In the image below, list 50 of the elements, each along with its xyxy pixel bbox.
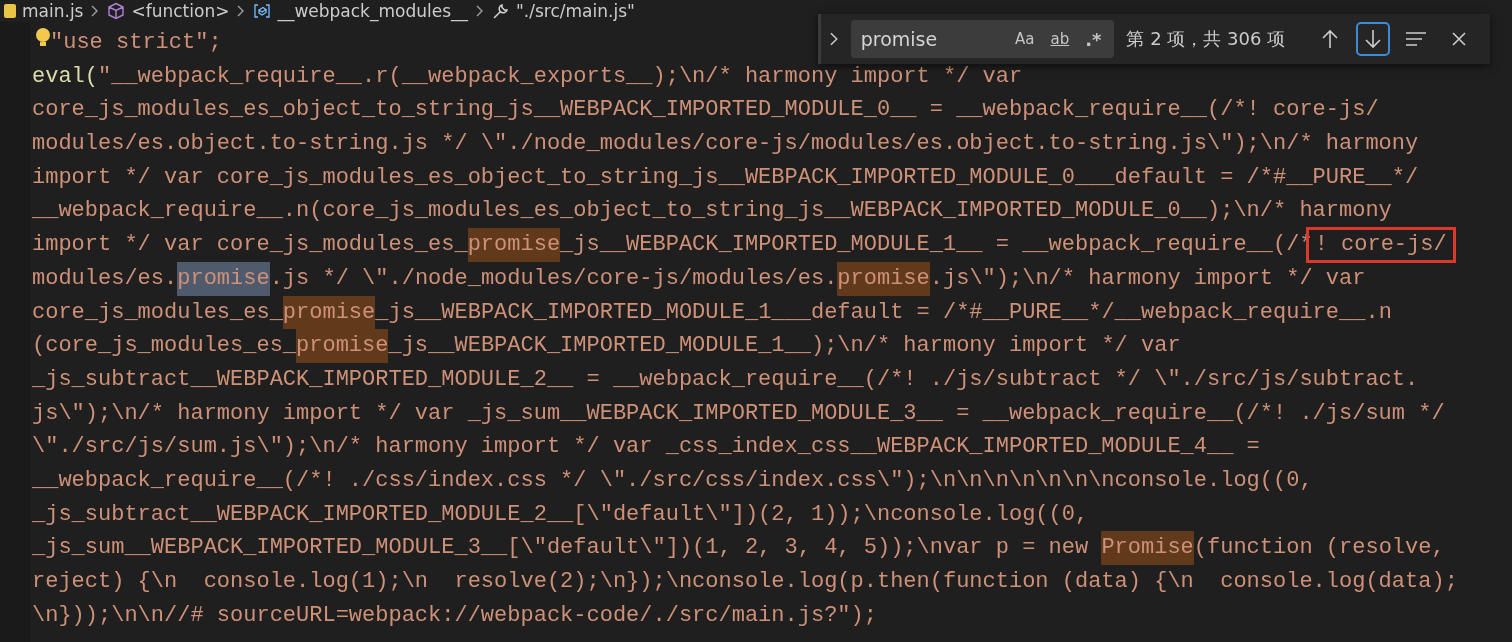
- wrench-icon: [492, 2, 511, 20]
- code-text: modules/es.object.to-string.js */ \"./node_modules/core-js/modules/es.object.to-string.js\");\n/* harmony: [32, 130, 1419, 159]
- code-text: core_js_modules_es_object_to_string_js__WEBPACK_IMPORTED_MODULE_0__ = __webpack_require__(/*! core-js/: [32, 96, 1379, 125]
- code-text: (function (resolve,: [1193, 534, 1445, 563]
- code-text: "__webpack_require__.r(__webpack_exports__);\n/* harmony import */ var: [98, 62, 1023, 91]
- option-toggle[interactable]: .*: [1082, 26, 1105, 52]
- code-text: _js_subtract__WEBPACK_IMPORTED_MODULE_2__ = __webpack_require__(/*! ./js/subtract */ \"./src/js/subtract.: [32, 365, 1419, 394]
- code-text: core_js_modules_es_: [32, 298, 283, 327]
- find-input[interactable]: promise Aa ab .*: [850, 20, 1115, 58]
- code-text: eval(: [32, 62, 98, 91]
- breadcrumb-item[interactable]: __webpack_modules__: [277, 1, 469, 21]
- option-toggle[interactable]: ab: [1047, 28, 1073, 50]
- code-text: .js */ \"./node_modules/core-js/modules/es.: [269, 264, 838, 293]
- code-text: import */ var core_js_modules_es_: [32, 231, 468, 260]
- search-match: Promise: [1101, 531, 1194, 565]
- up-arrow-icon: [1320, 29, 1339, 49]
- current-match: promise: [177, 261, 270, 296]
- option-toggle[interactable]: Aa: [1012, 28, 1038, 50]
- code-text: _js__WEBPACK_IMPORTED_MODULE_1___default = /*#__PURE__*/__webpack_require__.n: [375, 298, 1392, 327]
- down-arrow-icon: [1364, 29, 1382, 49]
- variable-icon: [253, 2, 272, 20]
- breadcrumb-item[interactable]: <function>: [131, 1, 230, 21]
- lightbulb-icon[interactable]: [35, 27, 51, 49]
- close-icon: [1451, 31, 1468, 47]
- code-text: _js_sum__WEBPACK_IMPORTED_MODULE_3__[\"default\"])(1, 2, 3, 4, 5));\nvar p = new: [32, 534, 1090, 563]
- code-text: \n}));\n\n//# sourceURL=webpack://webpack-code/./src/main.js?");: [32, 601, 877, 630]
- code-text: "use strict";: [50, 29, 222, 57]
- code-text: __webpack_require__.n(core_js_modules_es_object_to_string_js__WEBPACK_IMPORTED_MODULE_0__);\n/* harmony: [32, 197, 1392, 226]
- code-text: _js__WEBPACK_IMPORTED_MODULE_1__);\n/* harmony import */ var: [388, 332, 1181, 361]
- breadcrumb-item[interactable]: main.js: [22, 1, 84, 21]
- code-text: modules/es.: [32, 264, 178, 293]
- code-text: \"./src/js/sum.js\");\n/* harmony import */ var _css_index_css__WEBPACK_IMPORTED_MODULE_4__ =: [32, 433, 1260, 462]
- cube-icon: [107, 2, 126, 20]
- code-text: js\");\n/* harmony import */ var _js_sum__WEBPACK_IMPORTED_MODULE_3__ = __webpack_require__(/*! ./js/sum */: [32, 399, 1445, 428]
- code-text: reject) {\n console.log(1);\n resolve(2);\n});\nconsole.log(p.then(function (data) {\n console.log(data);: [32, 568, 1458, 596]
- js-file-icon: [4, 4, 16, 18]
- code-text: __webpack_require__(/*! ./css/index.css */ \"./src/css/index.css\");\n\n\n\n\n\n\nconsole.log((0,: [32, 466, 1313, 495]
- code-text: (core_js_modules_es_: [32, 332, 297, 361]
- search-match: promise: [837, 261, 930, 296]
- code-text: .js\");\n/* harmony import */ var: [929, 264, 1366, 293]
- chevron-icon: [237, 5, 246, 17]
- code-text: import */ var core_js_modules_es_object_to_string_js__WEBPACK_IMPORTED_MODULE_0___default = /*#__PURE__*/: [32, 163, 1419, 192]
- expand-chevron-icon[interactable]: [829, 31, 839, 47]
- next-match-button[interactable]: [1356, 22, 1390, 56]
- code-text: _js_subtract__WEBPACK_IMPORTED_MODULE_2__[\"default\"])(2, 1));\nconsole.log((0,: [32, 500, 1089, 529]
- breadcrumb-item[interactable]: "./src/main.js": [516, 1, 635, 21]
- match-count: 第 2 项，共 306 项: [1126, 27, 1286, 51]
- lines-icon: [1405, 31, 1428, 47]
- chevron-icon: [476, 5, 485, 17]
- chevron-icon: [91, 5, 100, 17]
